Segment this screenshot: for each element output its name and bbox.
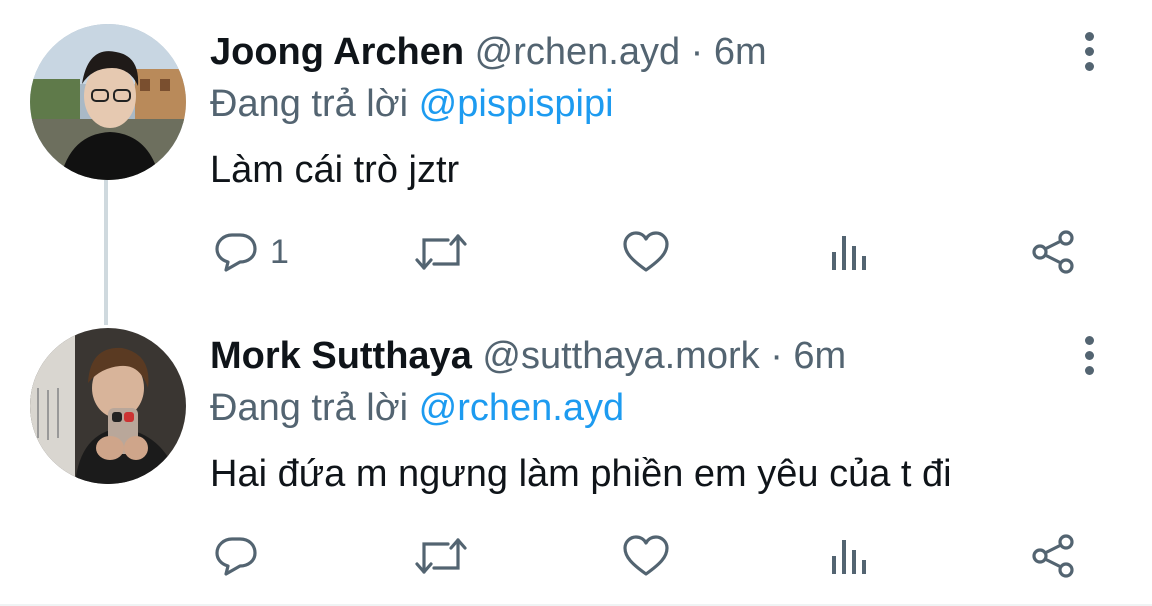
replying-to: Đang trả lời @pispispipi xyxy=(210,80,614,128)
reply-icon xyxy=(215,537,257,576)
retweet-icon xyxy=(415,234,467,270)
share-button[interactable] xyxy=(1030,528,1078,584)
like-icon xyxy=(623,231,669,272)
action-bar: 1 xyxy=(0,224,1152,284)
avatar[interactable] xyxy=(30,24,186,180)
views-button[interactable] xyxy=(828,528,872,584)
timestamp[interactable]: 6m xyxy=(793,335,846,377)
reply-button[interactable] xyxy=(214,528,270,584)
retweet-button[interactable] xyxy=(414,224,468,280)
views-icon xyxy=(832,540,866,574)
tweet[interactable]: Mork Sutthaya @sutthaya.mork · 6m Đang t… xyxy=(0,304,1152,606)
tweet[interactable]: Joong Archen @rchen.ayd · 6m Đang trả lờ… xyxy=(0,0,1152,304)
user-handle[interactable]: @sutthaya.mork xyxy=(482,335,759,377)
mention-link[interactable]: @pispispipi xyxy=(419,83,614,125)
share-button[interactable] xyxy=(1030,224,1078,280)
timestamp[interactable]: 6m xyxy=(714,31,767,73)
reply-count: 1 xyxy=(270,232,289,271)
reply-icon xyxy=(215,233,257,272)
display-name[interactable]: Joong Archen xyxy=(210,31,464,73)
like-button[interactable] xyxy=(622,224,670,280)
like-icon xyxy=(623,535,669,576)
more-vertical-icon[interactable] xyxy=(1072,30,1106,74)
replying-to: Đang trả lời @rchen.ayd xyxy=(210,384,624,432)
separator: · xyxy=(690,31,704,73)
share-icon xyxy=(1032,230,1074,274)
share-icon xyxy=(1032,534,1074,578)
user-handle[interactable]: @rchen.ayd xyxy=(475,31,680,73)
reply-button[interactable]: 1 xyxy=(214,224,289,280)
tweet-header: Joong Archen @rchen.ayd · 6m xyxy=(210,28,767,76)
retweet-button[interactable] xyxy=(414,528,468,584)
avatar[interactable] xyxy=(30,328,186,484)
mention-link[interactable]: @rchen.ayd xyxy=(419,387,624,429)
views-icon xyxy=(832,236,866,270)
views-button[interactable] xyxy=(828,224,872,280)
like-button[interactable] xyxy=(622,528,670,584)
tweet-header: Mork Sutthaya @sutthaya.mork · 6m xyxy=(210,332,846,380)
tweet-text: Hai đứa m ngưng làm phiền em yêu của t đ… xyxy=(210,453,952,495)
action-bar xyxy=(0,528,1152,588)
tweet-text: Làm cái trò jztr xyxy=(210,149,460,191)
replying-prefix: Đang trả lời xyxy=(210,83,409,125)
more-vertical-icon[interactable] xyxy=(1072,334,1106,378)
display-name[interactable]: Mork Sutthaya xyxy=(210,335,472,377)
replying-prefix: Đang trả lời xyxy=(210,387,409,429)
retweet-icon xyxy=(415,538,467,574)
separator: · xyxy=(770,335,783,377)
